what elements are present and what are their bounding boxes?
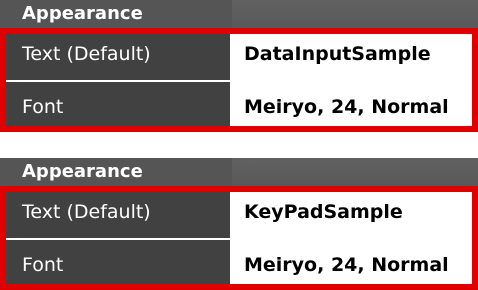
property-rows: Text (Default) DataInputSample Font Meir… [0,28,478,132]
property-value-text[interactable]: DataInputSample [230,28,478,80]
property-row-font[interactable]: Font Meiryo, 24, Normal [0,238,478,290]
property-label-text: Text (Default) [0,186,230,238]
property-panel-data-input: Appearance Text (Default) DataInputSampl… [0,0,478,132]
property-row-text[interactable]: Text (Default) DataInputSample [0,28,478,80]
property-label-font: Font [0,240,230,290]
property-row-text[interactable]: Text (Default) KeyPadSample [0,186,478,238]
property-value-text[interactable]: KeyPadSample [230,186,478,238]
property-panel-keypad: Appearance Text (Default) KeyPadSample F… [0,158,478,290]
property-rows: Text (Default) KeyPadSample Font Meiryo,… [0,186,478,290]
appearance-header[interactable]: Appearance [0,158,478,186]
property-value-font[interactable]: Meiryo, 24, Normal [230,240,478,290]
property-label-text: Text (Default) [0,28,230,80]
appearance-header[interactable]: Appearance [0,0,478,28]
property-value-font[interactable]: Meiryo, 24, Normal [230,82,478,132]
appearance-header-label: Appearance [22,161,143,182]
property-label-font: Font [0,82,230,132]
appearance-header-label: Appearance [22,3,143,24]
property-row-font[interactable]: Font Meiryo, 24, Normal [0,80,478,132]
